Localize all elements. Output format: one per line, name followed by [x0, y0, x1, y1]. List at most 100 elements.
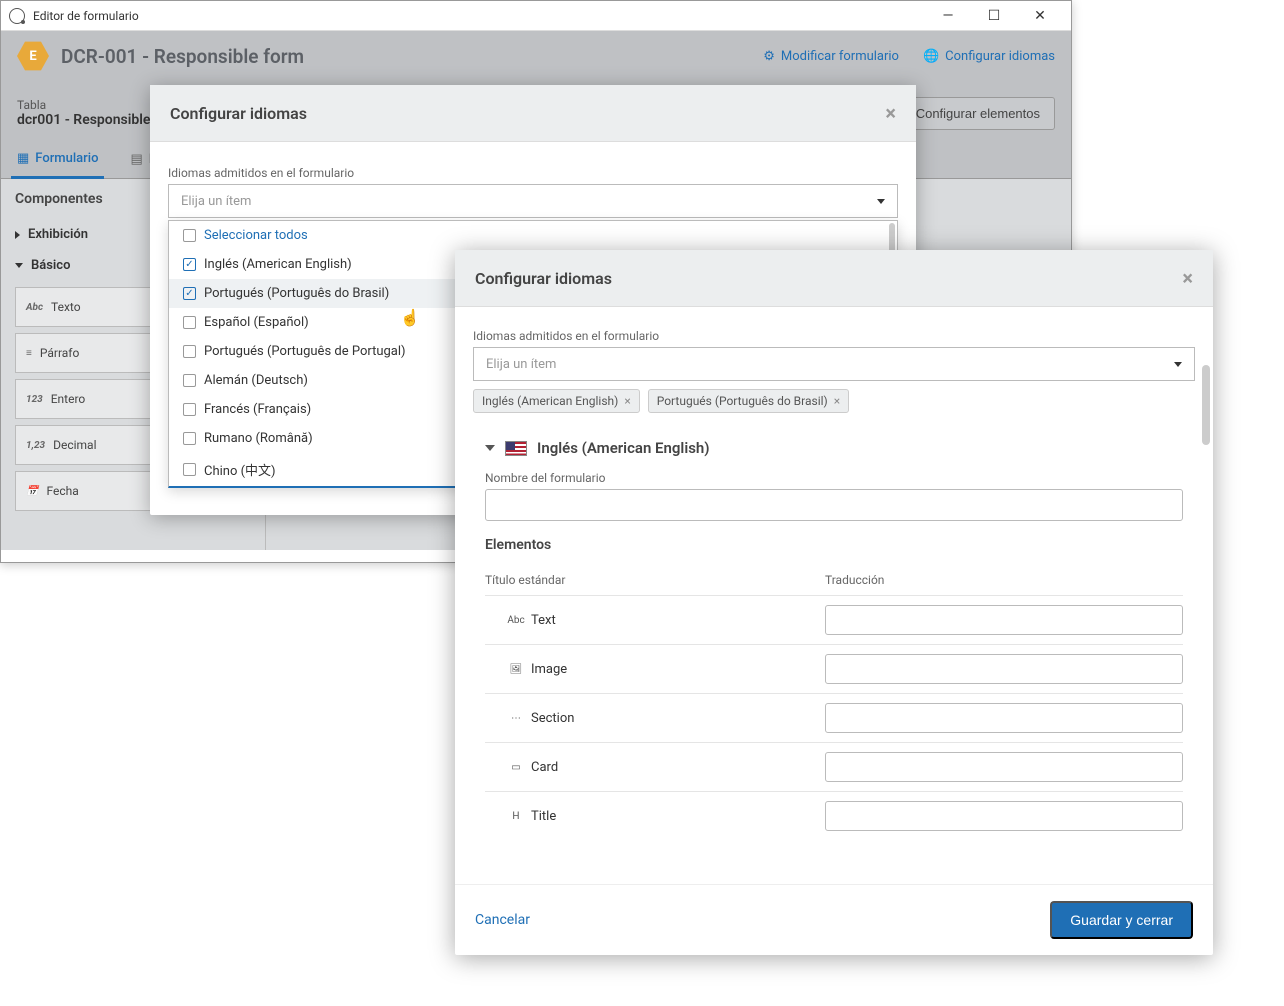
configure-languages-detail-modal: Configurar idiomas × Idiomas admitidos e…: [455, 250, 1213, 955]
flag-us-icon: [505, 441, 527, 456]
window-title: Editor de formulario: [33, 9, 925, 23]
configure-elements-button[interactable]: Configurar elementos: [901, 97, 1055, 130]
languages-field-label-2: Idiomas admitidos en el formulario: [473, 329, 1195, 343]
tab-formulario[interactable]: ▦ Formulario: [11, 141, 104, 179]
languages-select-2[interactable]: Elija un ítem: [473, 347, 1195, 381]
element-type-icon: ⋯: [509, 712, 523, 724]
component-type-icon: 1,23: [26, 440, 45, 451]
form-name-input[interactable]: [485, 489, 1183, 521]
checkbox-icon[interactable]: [183, 403, 196, 416]
modal-footer: Cancelar Guardar y cerrar: [455, 884, 1213, 955]
checkbox-icon[interactable]: [183, 432, 196, 445]
modal-title: Configurar idiomas: [170, 104, 885, 123]
language-section-title: Inglés (American English): [537, 439, 710, 457]
tab-formulario-label: Formulario: [35, 151, 98, 166]
window-controls: — ☐ ✕: [925, 1, 1063, 31]
chevron-down-icon: [877, 199, 885, 204]
element-type-icon: Abc: [509, 614, 523, 626]
element-title: Title: [531, 809, 556, 824]
table-name: dcr001 - Responsible: [17, 112, 150, 128]
gear-icon: ⚙: [763, 49, 775, 64]
selected-language-chips: Inglés (American English)×Portugués (Por…: [473, 389, 1195, 413]
language-option-label: Inglés (American English): [204, 257, 352, 272]
translation-input[interactable]: [825, 605, 1183, 635]
component-type-icon: 📅: [26, 486, 38, 497]
modify-form-link[interactable]: ⚙ Modificar formulario: [763, 49, 899, 64]
component-type-icon: 123: [26, 394, 43, 405]
checkbox-icon[interactable]: ✓: [183, 287, 196, 300]
elements-heading: Elementos: [485, 537, 1183, 553]
maximize-button[interactable]: ☐: [971, 1, 1017, 31]
languages-field-label: Idiomas admitidos en el formulario: [168, 166, 898, 180]
component-label: Decimal: [53, 438, 96, 452]
component-type-icon: Abc: [26, 302, 43, 313]
close-icon[interactable]: ×: [885, 101, 896, 125]
element-row: Abc Text: [485, 595, 1183, 644]
app-icon: [9, 8, 25, 24]
component-type-icon: ≡: [26, 348, 32, 359]
translation-input[interactable]: [825, 703, 1183, 733]
select-all-label: Seleccionar todos: [204, 228, 308, 243]
logo-icon: E: [17, 40, 49, 72]
component-label: Párrafo: [40, 346, 79, 360]
section-exhibition-label: Exhibición: [28, 227, 88, 242]
form-icon: ▦: [17, 151, 29, 166]
globe-icon: 🌐: [923, 49, 939, 64]
language-option-label: Francés (Français): [204, 402, 311, 417]
page-title: DCR-001 - Responsible form: [61, 45, 739, 68]
element-type-icon: 🖼: [509, 663, 523, 675]
section-basic-label: Básico: [31, 258, 70, 273]
checkbox-icon[interactable]: [183, 316, 196, 329]
chip-label: Portugués (Português do Brasil): [657, 394, 828, 408]
close-icon[interactable]: ×: [1182, 266, 1193, 290]
element-type-icon: H: [509, 810, 523, 822]
languages-select[interactable]: Elija un ítem: [168, 184, 898, 218]
form-name-label: Nombre del formulario: [485, 471, 1183, 485]
remove-chip-icon[interactable]: ×: [624, 394, 630, 408]
table-label: Tabla: [17, 98, 150, 112]
translation-input[interactable]: [825, 654, 1183, 684]
select-all-option[interactable]: Seleccionar todos: [169, 221, 897, 250]
language-option-label: Portugués (Português de Portugal): [204, 344, 406, 359]
language-option-label: Español (Español): [204, 315, 309, 330]
checkbox-icon[interactable]: [183, 345, 196, 358]
translation-input[interactable]: [825, 752, 1183, 782]
element-row: H Title: [485, 791, 1183, 840]
element-row: 🖼 Image: [485, 644, 1183, 693]
element-title: Card: [531, 760, 558, 775]
language-option-label: Chino (中文): [204, 460, 276, 479]
column-translation: Traducción: [825, 573, 1183, 587]
element-row: ⋯ Section: [485, 693, 1183, 742]
cancel-button[interactable]: Cancelar: [475, 912, 530, 928]
select-placeholder-2: Elija un ítem: [486, 357, 556, 372]
titlebar: Editor de formulario — ☐ ✕: [1, 1, 1071, 31]
element-row: ▭Card: [485, 742, 1183, 791]
checkbox-icon[interactable]: [183, 374, 196, 387]
remove-chip-icon[interactable]: ×: [834, 394, 840, 408]
select-placeholder: Elija un ítem: [181, 194, 251, 209]
language-option-label: Rumano (Română): [204, 431, 313, 446]
save-and-close-button[interactable]: Guardar y cerrar: [1050, 901, 1193, 939]
translation-input[interactable]: [825, 801, 1183, 831]
element-title: Image: [531, 662, 567, 677]
scrollbar[interactable]: [1202, 365, 1210, 445]
checkbox-icon[interactable]: ✓: [183, 258, 196, 271]
checkbox-icon[interactable]: [183, 229, 196, 242]
list-icon: ▤: [130, 152, 142, 167]
element-title: Text: [531, 613, 556, 628]
configure-languages-label: Configurar idiomas: [945, 49, 1055, 64]
chevron-down-icon: [485, 445, 495, 451]
minimize-button[interactable]: —: [925, 1, 971, 31]
close-button[interactable]: ✕: [1017, 1, 1063, 31]
caret-right-icon: [15, 231, 20, 239]
language-section-header[interactable]: Inglés (American English): [485, 439, 1183, 457]
chevron-down-icon: [1174, 362, 1182, 367]
modal-header: Configurar idiomas ×: [150, 85, 916, 142]
page-header: E DCR-001 - Responsible form ⚙ Modificar…: [1, 31, 1071, 81]
modal2-title: Configurar idiomas: [475, 269, 1182, 288]
component-label: Entero: [51, 392, 86, 406]
checkbox-icon[interactable]: [183, 463, 196, 476]
language-option-label: Portugués (Português do Brasil): [204, 286, 389, 301]
element-title: Section: [531, 711, 574, 726]
configure-languages-link[interactable]: 🌐 Configurar idiomas: [923, 49, 1055, 64]
